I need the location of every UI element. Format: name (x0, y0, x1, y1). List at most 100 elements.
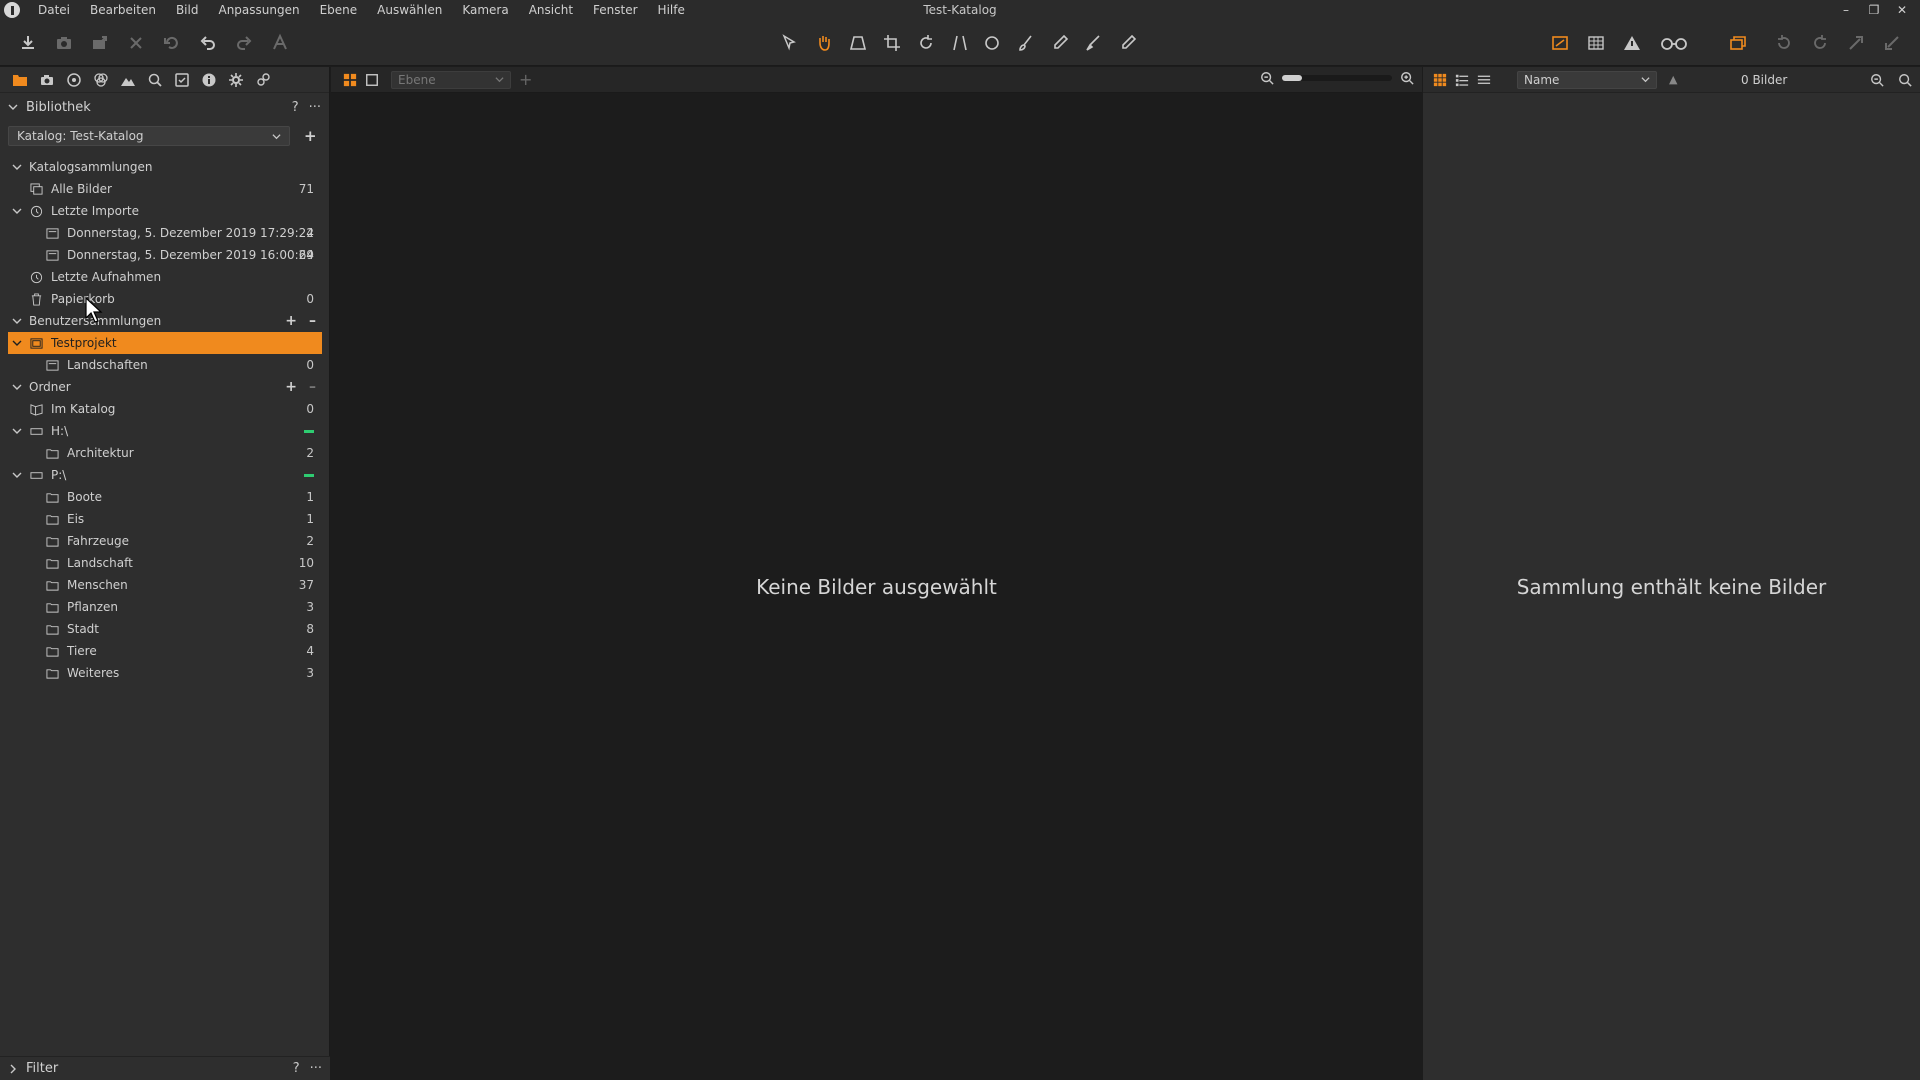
adjustments-tab-icon[interactable] (168, 69, 195, 91)
filter-more-button[interactable]: ··· (310, 1061, 322, 1076)
undo-icon[interactable] (194, 30, 222, 56)
tree-item-landschaften[interactable]: Landschaften 0 (8, 354, 322, 376)
tree-group-user-collections[interactable]: Benutzersammlungen + – (8, 310, 322, 332)
chevron-down-icon[interactable] (12, 382, 22, 392)
tree-item-folder[interactable]: Menschen 37 (8, 574, 322, 596)
exposure-tab-icon[interactable] (114, 69, 141, 91)
tree-item-folder[interactable]: Tiere 4 (8, 640, 322, 662)
maximize-button[interactable]: ❐ (1860, 3, 1888, 17)
tree-item-folder[interactable]: Landschaft 10 (8, 552, 322, 574)
menu-bearbeiten[interactable]: Bearbeiten (80, 0, 166, 20)
chevron-down-icon[interactable] (12, 338, 22, 348)
capture-tab-icon[interactable] (33, 69, 60, 91)
gradient-mask-icon[interactable] (1080, 30, 1108, 56)
library-more-button[interactable]: ··· (309, 100, 321, 115)
tree-group-catalog-collections[interactable]: Katalogsammlungen (8, 156, 322, 178)
zoom-out-icon[interactable] (1260, 71, 1274, 85)
add-layer-button[interactable]: + (519, 70, 532, 89)
library-header[interactable]: Bibliothek ? ··· (0, 93, 329, 121)
tree-item-recent-captures[interactable]: Letzte Aufnahmen (8, 266, 322, 288)
tree-item-folder[interactable]: Weiteres 3 (8, 662, 322, 684)
tree-group-folders[interactable]: Ordner + – (8, 376, 322, 398)
search-icon[interactable] (1898, 73, 1912, 87)
menu-auswaehlen[interactable]: Auswählen (367, 0, 452, 20)
layer-select[interactable]: Ebene (391, 70, 511, 89)
keystone-tool-icon[interactable] (946, 30, 974, 56)
redo-icon[interactable] (230, 30, 258, 56)
remove-collection-button[interactable]: – (309, 313, 316, 329)
tree-item-folder[interactable]: Eis 1 (8, 508, 322, 530)
text-tool-icon[interactable] (266, 30, 294, 56)
sort-select[interactable]: Name (1517, 70, 1657, 89)
multi-view-icon[interactable] (339, 70, 361, 90)
crop-tool-icon[interactable] (878, 30, 906, 56)
export-icon[interactable] (86, 30, 114, 56)
zoom-slider[interactable] (1282, 75, 1392, 81)
rotate-left-icon[interactable] (1770, 30, 1798, 56)
tree-item-folder[interactable]: Boote 1 (8, 486, 322, 508)
draw-mask-icon[interactable] (1046, 30, 1074, 56)
pan-tool-icon[interactable] (810, 30, 838, 56)
details-tab-icon[interactable] (141, 69, 168, 91)
zoom-in-icon[interactable] (1400, 71, 1414, 85)
browser-zoom-icon[interactable] (1870, 73, 1884, 87)
rotate-tool-icon[interactable] (912, 30, 940, 56)
close-button[interactable]: ✕ (1888, 3, 1916, 17)
library-tab-icon[interactable] (6, 69, 33, 91)
camera-icon[interactable] (50, 30, 78, 56)
reset-icon[interactable] (158, 30, 186, 56)
single-view-icon[interactable] (361, 70, 383, 90)
list-view-icon[interactable] (1451, 70, 1473, 90)
menu-hilfe[interactable]: Hilfe (648, 0, 695, 20)
chevron-down-icon[interactable] (12, 206, 22, 216)
tree-item-all-images[interactable]: Alle Bilder 71 (8, 178, 322, 200)
catalog-select[interactable]: Katalog: Test-Katalog (8, 126, 290, 146)
grid-view-icon[interactable] (1429, 70, 1451, 90)
tree-item-architektur[interactable]: Architektur 2 (8, 442, 322, 464)
chevron-down-icon[interactable] (12, 426, 22, 436)
color-tab-icon[interactable] (87, 69, 114, 91)
chevron-down-icon[interactable] (12, 470, 22, 480)
import-icon[interactable] (14, 30, 42, 56)
details-view-icon[interactable] (1473, 70, 1495, 90)
tree-item-testprojekt[interactable]: Testprojekt (8, 332, 322, 354)
perspective-tool-icon[interactable] (844, 30, 872, 56)
tree-item-folder[interactable]: Fahrzeuge 2 (8, 530, 322, 552)
add-collection-button[interactable]: + (285, 313, 297, 329)
tree-item-drive-h[interactable]: H:\ (8, 420, 322, 442)
menu-ebene[interactable]: Ebene (310, 0, 368, 20)
copy-adjustments-icon[interactable] (1842, 30, 1870, 56)
tree-group-recent-imports[interactable]: Letzte Importe (8, 200, 322, 222)
menu-bild[interactable]: Bild (166, 0, 209, 20)
lens-tab-icon[interactable] (60, 69, 87, 91)
tree-item-in-catalog[interactable]: Im Katalog 0 (8, 398, 322, 420)
menu-kamera[interactable]: Kamera (452, 0, 518, 20)
select-tool-icon[interactable] (776, 30, 804, 56)
exposure-warning-icon[interactable] (1546, 30, 1574, 56)
variants-icon[interactable] (1724, 30, 1752, 56)
chevron-down-icon[interactable] (12, 316, 22, 326)
tree-item-drive-p[interactable]: P:\ (8, 464, 322, 486)
brush-tool-icon[interactable] (1012, 30, 1040, 56)
add-catalog-button[interactable]: + (304, 127, 317, 145)
tree-item-trash[interactable]: Papierkorb 0 (8, 288, 322, 310)
remove-folder-button[interactable]: – (309, 379, 316, 395)
tree-item-folder[interactable]: Stadt 8 (8, 618, 322, 640)
zoom-slider-handle[interactable] (1282, 75, 1302, 81)
tree-item-import-2[interactable]: Donnerstag, 5. Dezember 2019 16:00:24 69 (8, 244, 322, 266)
output-tab-icon[interactable] (222, 69, 249, 91)
metadata-tab-icon[interactable] (195, 69, 222, 91)
sort-direction-icon[interactable]: ▲ (1669, 73, 1677, 86)
proof-glasses-icon[interactable] (1654, 30, 1694, 56)
add-folder-button[interactable]: + (285, 379, 297, 395)
menu-anpassungen[interactable]: Anpassungen (208, 0, 309, 20)
warning-icon[interactable] (1618, 30, 1646, 56)
chevron-down-icon[interactable] (12, 162, 22, 172)
batch-tab-icon[interactable] (249, 69, 276, 91)
delete-icon[interactable] (122, 30, 150, 56)
menu-fenster[interactable]: Fenster (583, 0, 648, 20)
grid-icon[interactable] (1582, 30, 1610, 56)
erase-mask-icon[interactable] (1114, 30, 1142, 56)
library-help-button[interactable]: ? (292, 100, 299, 115)
rotate-right-icon[interactable] (1806, 30, 1834, 56)
